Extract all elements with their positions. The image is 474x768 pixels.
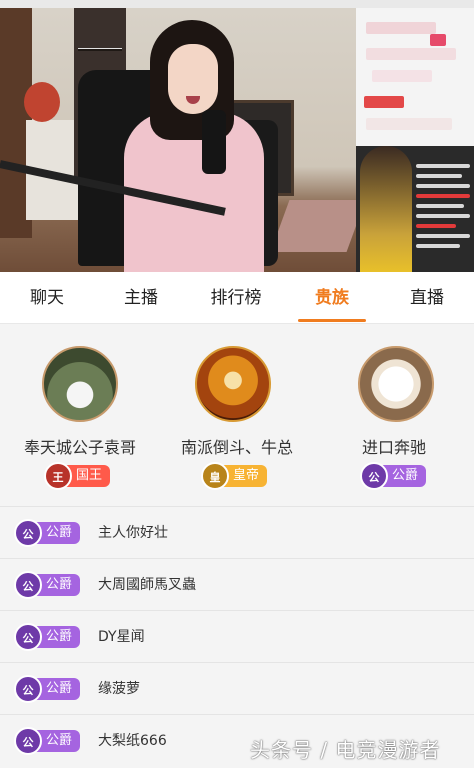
poster-figure xyxy=(360,146,412,272)
tab-live[interactable]: 直播 xyxy=(380,272,474,324)
nobles-list: 公 公爵 主人你好壮 公 公爵 大周國師馬叉蟲 公 公爵 DY星闻 公 公爵 缘… xyxy=(0,506,474,768)
status-strip xyxy=(0,0,474,8)
tab-nobles[interactable]: 贵族(1520) xyxy=(284,272,380,360)
crown-emblem-icon: 公 xyxy=(14,571,42,599)
crown-emblem-icon: 王 xyxy=(44,462,72,490)
microphone xyxy=(202,110,226,174)
tab-anchor[interactable]: 主播 xyxy=(94,272,188,324)
user-name: 大梨纸666 xyxy=(98,733,167,749)
active-tab-indicator xyxy=(298,319,366,322)
crown-emblem-icon: 公 xyxy=(360,462,388,490)
tab-chat[interactable]: 聊天 xyxy=(0,272,94,324)
top-noble-card[interactable]: 南派倒斗、牛总 皇 皇帝 xyxy=(157,324,317,506)
watermark: 头条号 / 电竞漫游者 xyxy=(250,738,441,762)
crown-emblem-icon: 公 xyxy=(14,519,42,547)
top-nobles-section: 奉天城公子袁哥 王 国王 南派倒斗、牛总 皇 皇帝 进口奔驰 公 公爵 xyxy=(0,324,474,506)
list-item[interactable]: 公 公爵 大周國師馬叉蟲 xyxy=(0,558,474,610)
list-item[interactable]: 公 公爵 主人你好壮 xyxy=(0,506,474,558)
avatar[interactable] xyxy=(42,346,118,422)
list-item[interactable]: 公 公爵 DY星闻 xyxy=(0,610,474,662)
user-name: 大周國師馬叉蟲 xyxy=(98,577,196,593)
avatar[interactable] xyxy=(358,346,434,422)
crown-emblem-icon: 公 xyxy=(14,727,42,755)
noble-name: 奉天城公子袁哥 xyxy=(23,438,136,457)
noble-name: 南派倒斗、牛总 xyxy=(180,438,293,457)
tab-ranking[interactable]: 排行榜 xyxy=(188,272,284,324)
top-noble-card[interactable]: 进口奔驰 公 公爵 xyxy=(314,324,474,506)
video-toy-figure xyxy=(24,82,60,122)
user-name: DY星闻 xyxy=(98,629,145,645)
room-tab-bar: 聊天 主播 排行榜 贵族(1520) 直播 xyxy=(0,272,474,360)
avatar[interactable] xyxy=(195,346,271,422)
user-name: 缘菠萝 xyxy=(98,681,140,697)
promo-poster[interactable] xyxy=(356,146,474,272)
crown-emblem-icon: 公 xyxy=(14,675,42,703)
crown-emblem-icon: 皇 xyxy=(201,462,229,490)
list-item[interactable]: 公 公爵 缘菠萝 xyxy=(0,662,474,714)
top-noble-card[interactable]: 奉天城公子袁哥 王 国王 xyxy=(0,324,160,506)
crown-emblem-icon: 公 xyxy=(14,623,42,651)
noble-name: 进口奔驰 xyxy=(361,438,426,457)
user-name: 主人你好壮 xyxy=(98,525,168,541)
